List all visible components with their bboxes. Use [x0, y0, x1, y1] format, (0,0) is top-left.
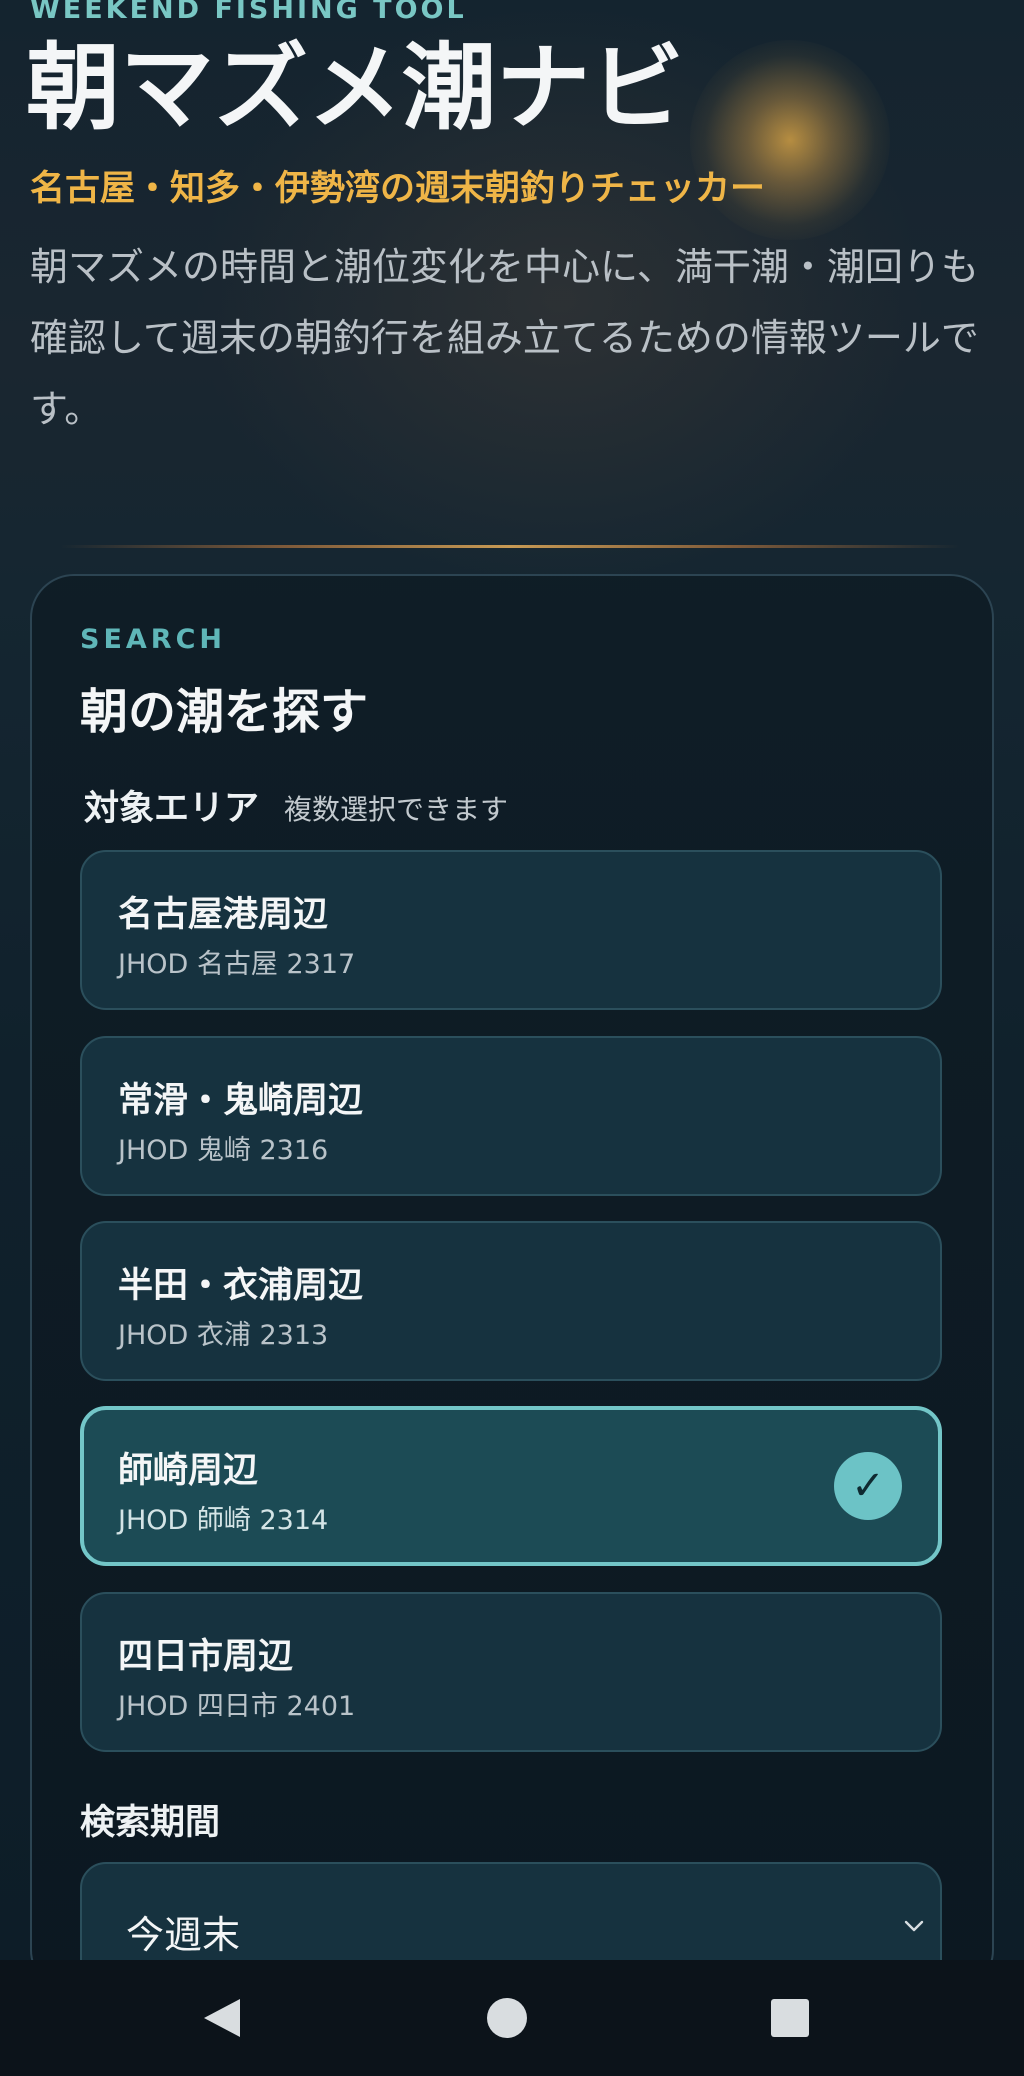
- area-option-kinuura[interactable]: 半田・衣浦周辺 JHOD 衣浦 2313: [80, 1221, 942, 1381]
- area-field-label: 対象エリア: [84, 789, 260, 829]
- area-option-station: JHOD 衣浦 2313: [118, 1320, 329, 1351]
- app-eyebrow: WEEKEND FISHING TOOL: [30, 0, 467, 25]
- app-subtitle: 名古屋・知多・伊勢湾の週末朝釣りチェッカー: [30, 169, 766, 209]
- area-field-hint: 複数選択できます: [284, 793, 509, 826]
- nav-home-button[interactable]: [447, 1960, 567, 2076]
- area-option-nagoya[interactable]: 名古屋港周辺 JHOD 名古屋 2317: [80, 850, 942, 1010]
- area-option-morozaki[interactable]: 師崎周辺 JHOD 師崎 2314 ✓: [80, 1406, 942, 1566]
- recents-square-icon: [771, 1999, 809, 2037]
- area-option-station: JHOD 鬼崎 2316: [118, 1135, 329, 1166]
- check-icon: ✓: [834, 1452, 902, 1520]
- nav-back-button[interactable]: [162, 1960, 282, 2076]
- period-field-label: 検索期間: [80, 1803, 221, 1843]
- system-navigation-bar: [0, 1960, 1024, 2076]
- area-option-station: JHOD 師崎 2314: [118, 1505, 329, 1536]
- area-option-name: 半田・衣浦周辺: [118, 1266, 364, 1306]
- area-option-station: JHOD 四日市 2401: [118, 1691, 356, 1722]
- home-circle-icon: [487, 1998, 527, 2038]
- back-triangle-icon: [204, 1999, 240, 2037]
- nav-recents-button[interactable]: [730, 1960, 850, 2076]
- area-option-onizaki[interactable]: 常滑・鬼崎周辺 JHOD 鬼崎 2316: [80, 1036, 942, 1196]
- area-option-name: 名古屋港周辺: [118, 895, 329, 935]
- app-title: 朝マズメ潮ナビ: [26, 34, 685, 143]
- area-option-name: 四日市周辺: [118, 1637, 294, 1677]
- search-eyebrow: SEARCH: [80, 624, 226, 655]
- chevron-down-icon: [904, 1920, 924, 1932]
- period-select-value: 今週末: [126, 1913, 241, 1957]
- gradient-divider: [60, 545, 960, 548]
- search-title: 朝の潮を探す: [80, 684, 369, 740]
- area-option-name: 常滑・鬼崎周辺: [118, 1081, 364, 1121]
- area-option-yokkaichi[interactable]: 四日市周辺 JHOD 四日市 2401: [80, 1592, 942, 1752]
- area-option-name: 師崎周辺: [118, 1451, 259, 1491]
- area-option-station: JHOD 名古屋 2317: [118, 949, 356, 980]
- app-description: 朝マズメの時間と潮位変化を中心に、満干潮・潮回りも確認して週末の朝釣行を組み立て…: [30, 245, 979, 431]
